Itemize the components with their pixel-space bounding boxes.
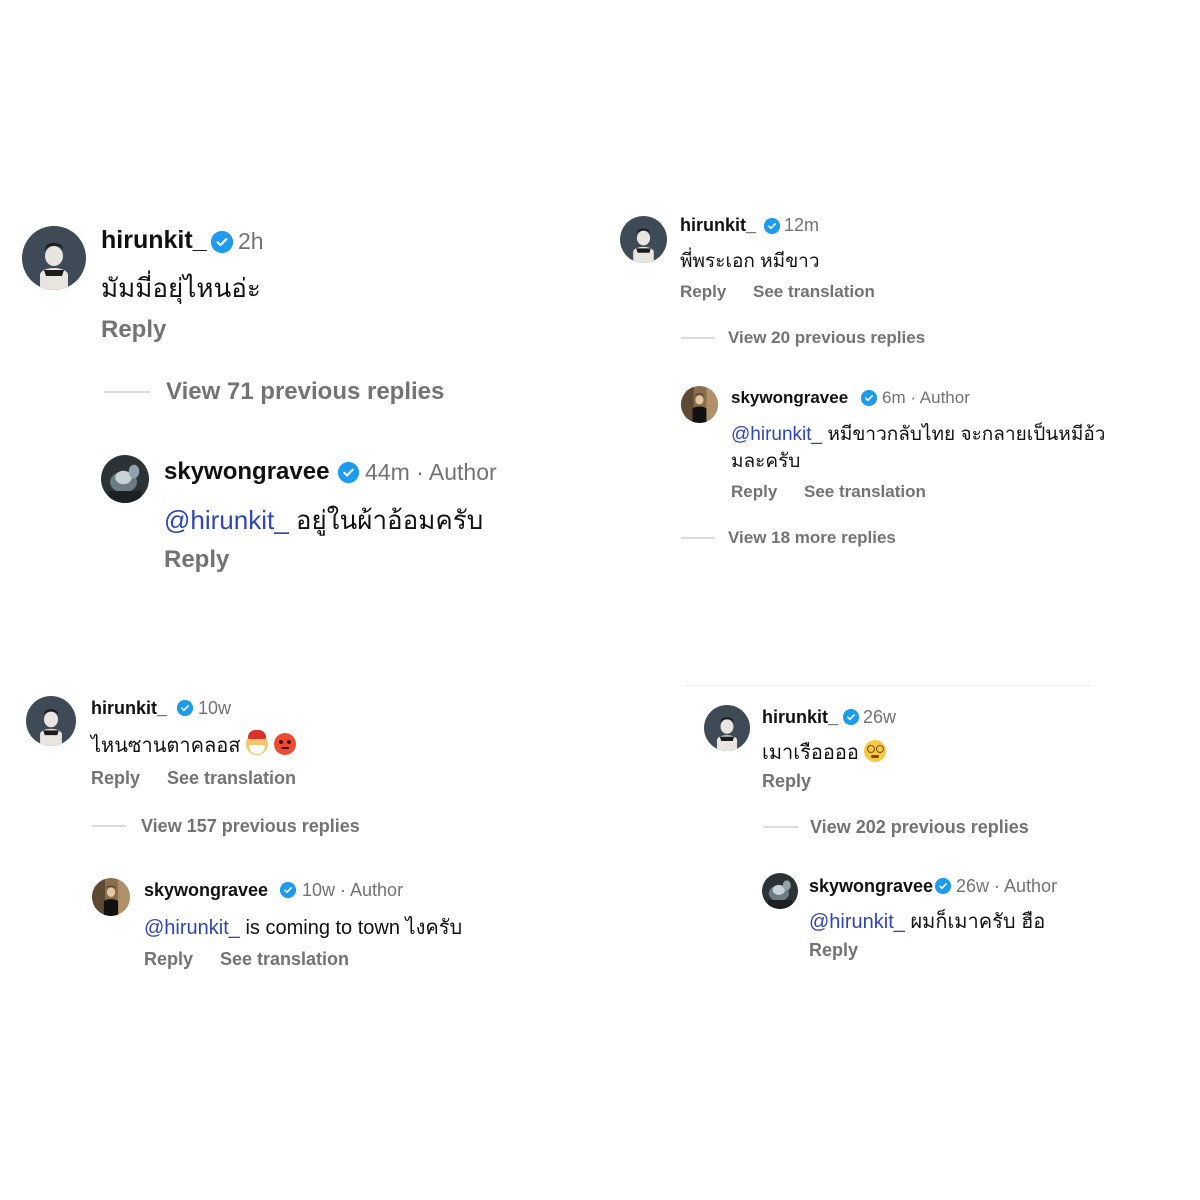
comment-text: ไหนซานตาคลอส (91, 729, 296, 761)
avatar[interactable] (101, 455, 149, 503)
reply-username[interactable]: skywongravee (164, 458, 329, 486)
verified-badge-icon (861, 390, 877, 406)
view-previous-replies-link[interactable]: View 71 previous replies (166, 378, 444, 406)
divider-line (764, 826, 798, 828)
reply-time: 44m · Author (365, 459, 497, 485)
comment-time: 2h (238, 228, 264, 254)
divider-line (681, 537, 715, 539)
reply-time: 10w · Author (302, 880, 404, 900)
reply-text-line-2: มละครับ (731, 451, 801, 472)
verified-badge-icon (177, 700, 193, 716)
comment-text: มัมมี่อยุ่ไหนอ่ะ (101, 273, 261, 303)
reply-button[interactable]: Reply (91, 768, 140, 789)
comment-panel-3: hirunkit_ 10w ไหนซานตาคลอส Reply See tra… (0, 600, 600, 1200)
santa-emoji-icon (246, 730, 269, 755)
dizzy-face-emoji-icon (864, 740, 887, 762)
divider-line (681, 337, 715, 339)
reply-button[interactable]: Reply (144, 949, 193, 970)
reply-button[interactable]: Reply (101, 316, 166, 344)
verified-badge-icon (764, 218, 780, 234)
see-translation-button[interactable]: See translation (220, 949, 349, 970)
reply-text-content: ผมก็เมาครับ ฮือ (904, 911, 1046, 933)
reply-button[interactable]: Reply (731, 482, 777, 502)
see-translation-button[interactable]: See translation (753, 282, 875, 302)
reply-text: @hirunkit_ หมีขาวกลับไทย จะกลายเป็นหมีอ้… (731, 419, 1105, 449)
avatar[interactable] (681, 386, 718, 423)
avatar[interactable] (620, 216, 667, 263)
angry-face-emoji-icon (273, 733, 296, 755)
comment-username[interactable]: hirunkit_ (91, 698, 167, 719)
mention-link[interactable]: @hirunkit_ (144, 917, 240, 939)
reply-text-content: หมีขาวกลับไทย จะกลายเป็นหมีอ้ว (822, 424, 1106, 445)
view-previous-replies-link[interactable]: View 202 previous replies (810, 817, 1029, 838)
reply-username[interactable]: skywongravee (144, 880, 268, 901)
comment-text: เมาเรืออออ (762, 736, 887, 768)
reply-text-content: อยู่ในผ้าอ้อมครับ (288, 505, 484, 535)
reply-username[interactable]: skywongravee (731, 388, 848, 408)
reply-text-content: is coming to town ไงครับ (239, 917, 463, 939)
see-translation-button[interactable]: See translation (804, 482, 926, 502)
verified-badge-icon (843, 709, 859, 725)
reply-button[interactable]: Reply (762, 771, 811, 792)
reply-time: 6m · Author (882, 388, 970, 407)
comment-time: 10w (198, 698, 232, 718)
verified-badge-icon (280, 882, 296, 898)
comment-time: 26w (863, 707, 897, 727)
comment-text-content: ไหนซานตาคลอส (91, 735, 241, 757)
avatar[interactable] (762, 873, 798, 909)
reply-text: @hirunkit_ อยู่ในผ้าอ้อมครับ (164, 500, 483, 541)
comment-panel-1: hirunkit_ 2h มัมมี่อยุ่ไหนอ่ะ Reply View… (0, 0, 600, 600)
mention-link[interactable]: @hirunkit_ (164, 505, 289, 535)
reply-button[interactable]: Reply (809, 940, 858, 961)
reply-text: @hirunkit_ ผมก็เมาครับ ฮือ (809, 905, 1045, 937)
comment-username[interactable]: hirunkit_ (762, 707, 838, 728)
avatar[interactable] (92, 878, 130, 916)
reply-button[interactable]: Reply (164, 546, 229, 574)
reply-time: 26w · Author (956, 876, 1058, 896)
divider-line (104, 391, 150, 393)
divider-line (92, 825, 126, 827)
view-previous-replies-link[interactable]: View 20 previous replies (728, 328, 925, 348)
comment-text-content: เมาเรืออออ (762, 742, 859, 764)
verified-badge-icon (211, 231, 233, 253)
mention-link[interactable]: @hirunkit_ (731, 424, 822, 445)
mention-link[interactable]: @hirunkit_ (809, 911, 905, 933)
comment-panel-2: hirunkit_ 12m พี่พระเอก หมีขาว Reply See… (600, 0, 1200, 600)
reply-text: @hirunkit_ is coming to town ไงครับ (144, 911, 462, 943)
comment-username[interactable]: hirunkit_ (680, 215, 756, 236)
view-more-replies-link[interactable]: View 18 more replies (728, 528, 896, 548)
comment-time: 12m (784, 215, 820, 235)
reply-button[interactable]: Reply (680, 282, 726, 302)
reply-username[interactable]: skywongravee (809, 876, 933, 897)
top-divider (684, 685, 1092, 686)
comment-username[interactable]: hirunkit_ (101, 226, 207, 255)
avatar[interactable] (22, 226, 86, 290)
verified-badge-icon (338, 462, 359, 483)
see-translation-button[interactable]: See translation (167, 768, 296, 789)
avatar[interactable] (26, 696, 76, 746)
comment-text: พี่พระเอก หมีขาว (680, 251, 820, 272)
avatar[interactable] (704, 705, 750, 751)
comment-panel-4: hirunkit_ 26w เมาเรืออออ Reply View 202 … (600, 600, 1200, 1200)
view-previous-replies-link[interactable]: View 157 previous replies (141, 816, 360, 837)
verified-badge-icon (935, 878, 951, 894)
